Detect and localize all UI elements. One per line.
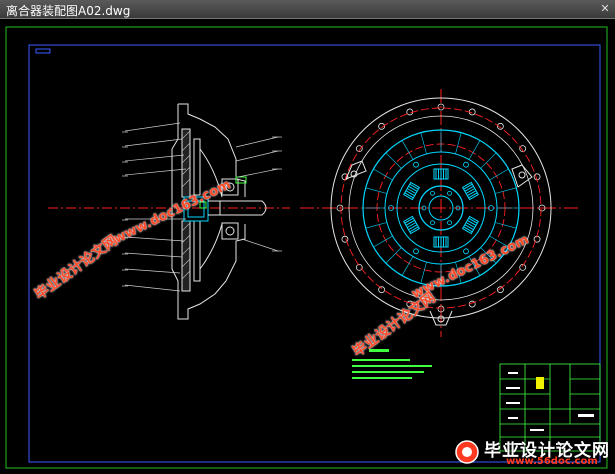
brand-logo-icon xyxy=(455,440,479,464)
frame-corner-mark xyxy=(35,48,51,54)
brand-url: www.56doc.com xyxy=(506,456,598,467)
close-icon[interactable]: ✕ xyxy=(599,3,611,15)
drawing-canvas[interactable]: www.doc163.com 毕业设计论文网 www.doc163.com 毕业… xyxy=(0,19,615,470)
front-view xyxy=(300,89,578,337)
window-titlebar: 离合器装配图A02.dwg ✕ xyxy=(0,0,615,19)
title-block-marks xyxy=(505,372,594,445)
window-title: 离合器装配图A02.dwg xyxy=(6,4,131,18)
site-brand: 毕业设计论文网 www.56doc.com xyxy=(450,436,615,470)
